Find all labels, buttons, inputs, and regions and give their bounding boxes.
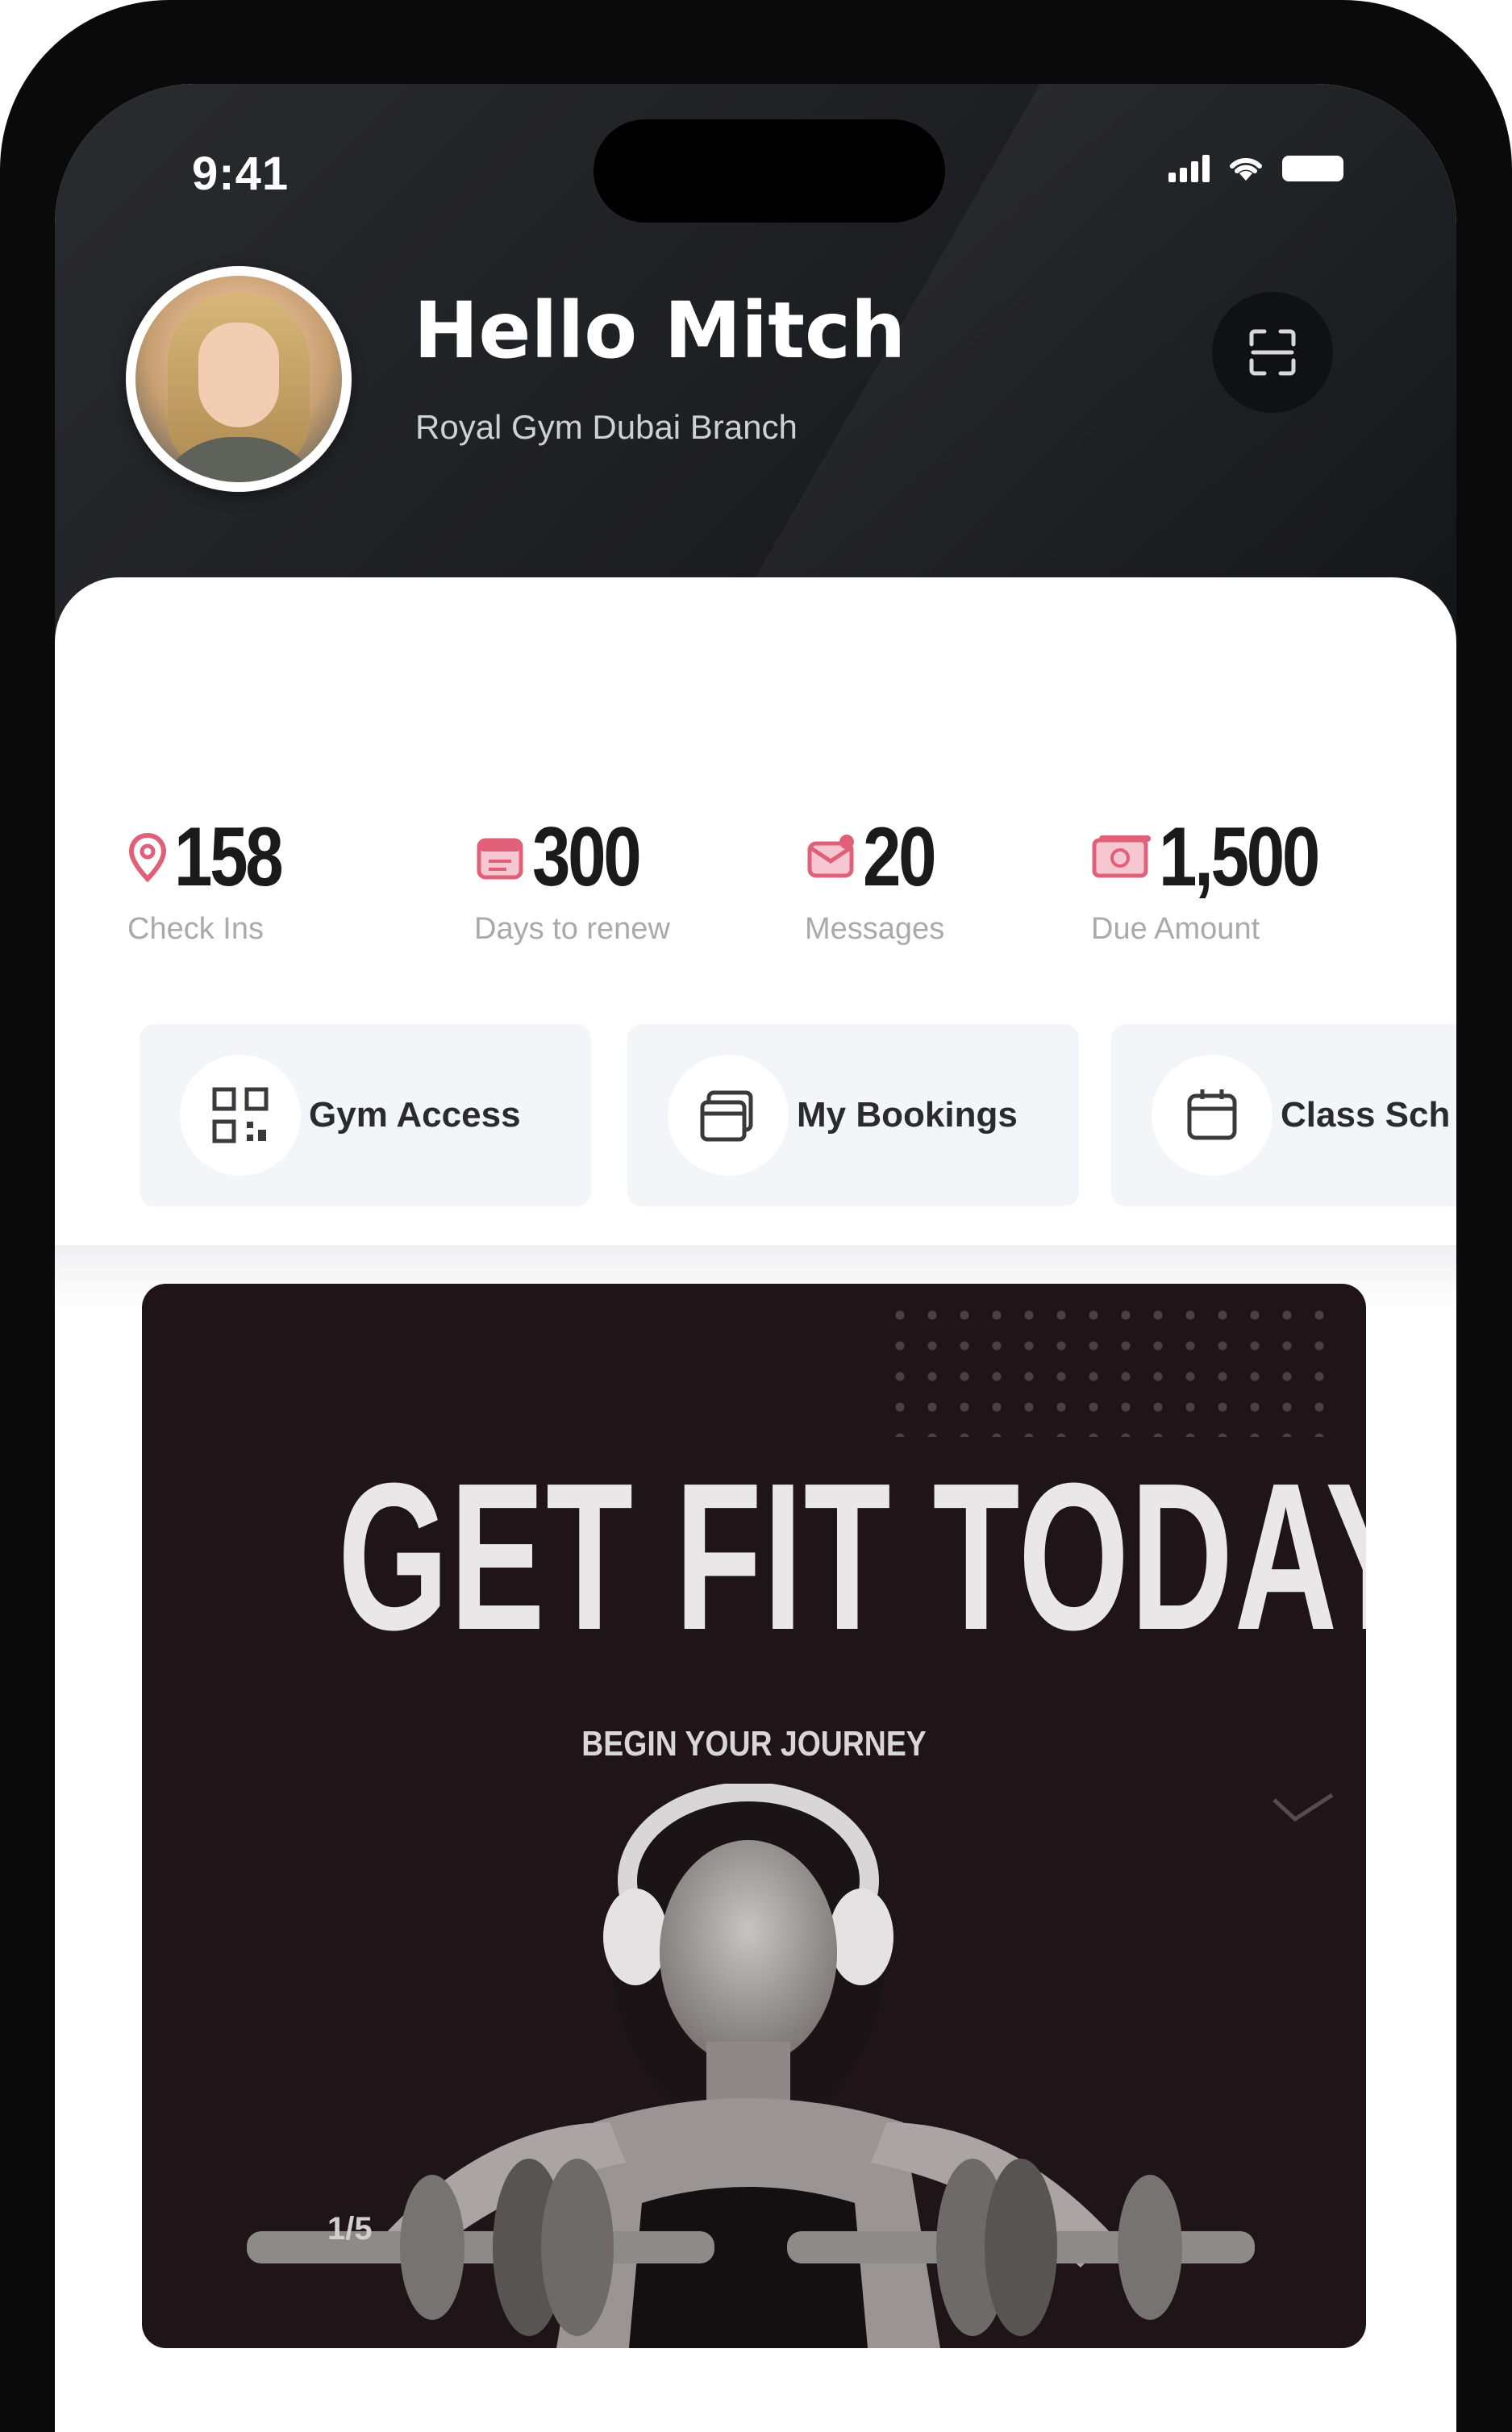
promo-banner[interactable]: GET FIT TODAY BEGIN YOUR JOURNEY 1/5 [142, 1284, 1366, 2348]
calendar-icon [1187, 1089, 1237, 1140]
stat-value: 158 [174, 810, 284, 904]
stat-value: 20 [863, 810, 937, 904]
scan-button[interactable] [1212, 292, 1333, 413]
signal-icon [1168, 155, 1210, 182]
stat-days-to-renew[interactable]: 300 Days to renew [474, 810, 670, 947]
athlete-photo [247, 1784, 1255, 2348]
stat-messages[interactable]: 20 Messages [805, 810, 950, 947]
stats-row: 158 Check Ins 300 Days to renew 20 Messa… [55, 810, 1456, 955]
stat-check-ins[interactable]: 158 Check Ins [127, 810, 305, 947]
stat-value: 1,500 [1159, 810, 1320, 904]
phone-frame: 9:41 Hello Mitch Royal Gym Dubai Branch … [0, 0, 1512, 2432]
shortcut-icon-wrap [1152, 1055, 1272, 1176]
shortcut-my-bookings[interactable]: My Bookings [627, 1024, 1079, 1206]
location-pin-icon [128, 832, 167, 882]
avatar-photo [135, 276, 342, 482]
app-screen: 9:41 Hello Mitch Royal Gym Dubai Branch … [55, 84, 1456, 2432]
qr-code-icon [212, 1087, 269, 1143]
banner-subtitle: BEGIN YOUR JOURNEY [581, 1724, 927, 1764]
stat-label: Check Ins [127, 912, 264, 946]
scan-icon [1249, 329, 1296, 376]
shortcut-icon-wrap [180, 1055, 301, 1176]
shortcut-label: Class Sch [1281, 1095, 1451, 1135]
bookings-icon [700, 1090, 753, 1142]
greeting-title: Hello Mitch [414, 285, 906, 376]
battery-icon [1282, 156, 1343, 181]
banner-title: GET FIT TODAY [337, 1440, 1366, 1674]
stat-due-amount[interactable]: 1,500 Due Amount [1091, 810, 1352, 947]
shortcut-gym-access[interactable]: Gym Access [140, 1024, 591, 1206]
dynamic-island [594, 119, 945, 223]
message-icon [807, 834, 854, 877]
shortcut-label: Gym Access [309, 1095, 521, 1135]
slide-counter: 1/5 [327, 2211, 373, 2247]
shortcuts-row: Gym Access My Bookings Class Sch [55, 1024, 1456, 1210]
branch-name: Royal Gym Dubai Branch [415, 408, 798, 446]
calendar-icon [477, 838, 523, 879]
wifi-icon [1230, 157, 1262, 181]
payment-icon [1092, 835, 1151, 877]
stat-label: Due Amount [1091, 912, 1260, 946]
user-avatar[interactable] [126, 266, 352, 492]
status-icons [1168, 155, 1343, 182]
dot-pattern [884, 1300, 1335, 1437]
status-time: 9:41 [192, 148, 289, 200]
shortcut-class-schedule[interactable]: Class Sch [1111, 1024, 1456, 1206]
shortcut-icon-wrap [668, 1055, 789, 1176]
status-bar: 9:41 [55, 84, 1456, 223]
stat-label: Messages [805, 912, 945, 946]
stat-value: 300 [532, 810, 642, 904]
shortcut-label: My Bookings [797, 1095, 1018, 1135]
stat-label: Days to renew [474, 912, 670, 946]
